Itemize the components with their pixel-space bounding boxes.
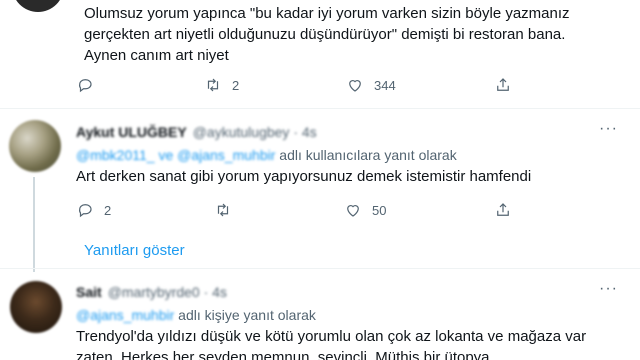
- reply-icon: [79, 79, 92, 93]
- reply-icon: [79, 204, 92, 218]
- retweet-icon: [207, 78, 219, 92]
- avatar[interactable]: [10, 281, 62, 333]
- tweet-text-line-1: Olumsuz yorum yapınca "bu kadar iyi yoru…: [84, 5, 570, 22]
- share-button[interactable]: [494, 201, 512, 219]
- replying-to: @mbk2011_ ve @ajans_muhbir adlı kullanıc…: [76, 147, 457, 163]
- more-icon[interactable]: ···: [599, 120, 618, 138]
- retweet-count: 2: [232, 77, 240, 93]
- tweet-3[interactable]: Sait @martybyrde0 · 4s ··· @ajans_muhbir …: [0, 269, 640, 360]
- reply-to-suffix: adlı kişiye yanıt olarak: [174, 307, 316, 323]
- share-icon: [497, 78, 509, 91]
- like-button[interactable]: 50: [344, 201, 386, 219]
- author-line[interactable]: Sait @martybyrde0 · 4s: [76, 284, 227, 300]
- thread-line: [33, 177, 35, 272]
- reply-button[interactable]: [76, 76, 104, 94]
- tweet-text: Art derken sanat gibi yorum yapıyorsunuz…: [76, 168, 532, 185]
- reply-button[interactable]: 2: [76, 201, 111, 219]
- like-icon: [349, 80, 361, 92]
- author-line[interactable]: Aykut ULUĞBEY @aykutulugbey · 4s: [76, 124, 317, 140]
- handle[interactable]: @martybyrde0 · 4s: [108, 284, 227, 300]
- like-icon: [347, 205, 359, 217]
- tweet-2[interactable]: Aykut ULUĞBEY @aykutulugbey · 4s ··· @mbk…: [0, 109, 640, 274]
- handle[interactable]: @aykutulugbey · 4s: [193, 124, 317, 140]
- display-name[interactable]: Aykut ULUĞBEY: [76, 124, 187, 140]
- display-name[interactable]: Sait: [76, 284, 102, 300]
- tweet-actions: 2 344: [76, 76, 556, 100]
- share-button[interactable]: [494, 76, 512, 94]
- retweet-icon: [217, 203, 229, 217]
- reply-to-suffix: adlı kullanıcılara yanıt olarak: [275, 147, 457, 163]
- tweet-text-line-2: zaten. Herkes her şeyden memnun, sevinçl…: [76, 349, 494, 360]
- more-icon[interactable]: ···: [599, 280, 618, 298]
- tweet-1[interactable]: Olumsuz yorum yapınca "bu kadar iyi yoru…: [0, 0, 640, 108]
- like-count: 50: [372, 202, 387, 218]
- avatar[interactable]: [9, 120, 61, 172]
- tweet-text-line-3: Aynen canım art niyet: [84, 47, 229, 64]
- share-icon: [497, 203, 509, 216]
- retweet-button[interactable]: [214, 201, 242, 219]
- tweet-text-line-2: gerçekten art niyetli olduğunuzu düşündü…: [84, 26, 566, 43]
- reply-to-handles[interactable]: @mbk2011_ ve @ajans_muhbir: [76, 147, 275, 163]
- show-replies-link[interactable]: Yanıtları göster: [84, 242, 185, 259]
- reply-to-handles[interactable]: @ajans_muhbir: [76, 307, 174, 323]
- retweet-button[interactable]: 2: [204, 76, 239, 94]
- avatar[interactable]: [12, 0, 64, 12]
- reply-count: 2: [104, 202, 112, 218]
- like-count: 344: [374, 77, 396, 93]
- tweet-actions: 2 50: [76, 201, 556, 225]
- like-button[interactable]: 344: [346, 76, 396, 94]
- tweet-text-line-1: Trendyol'da yıldızı düşük ve kötü yoruml…: [76, 328, 587, 345]
- replying-to: @ajans_muhbir adlı kişiye yanıt olarak: [76, 307, 316, 323]
